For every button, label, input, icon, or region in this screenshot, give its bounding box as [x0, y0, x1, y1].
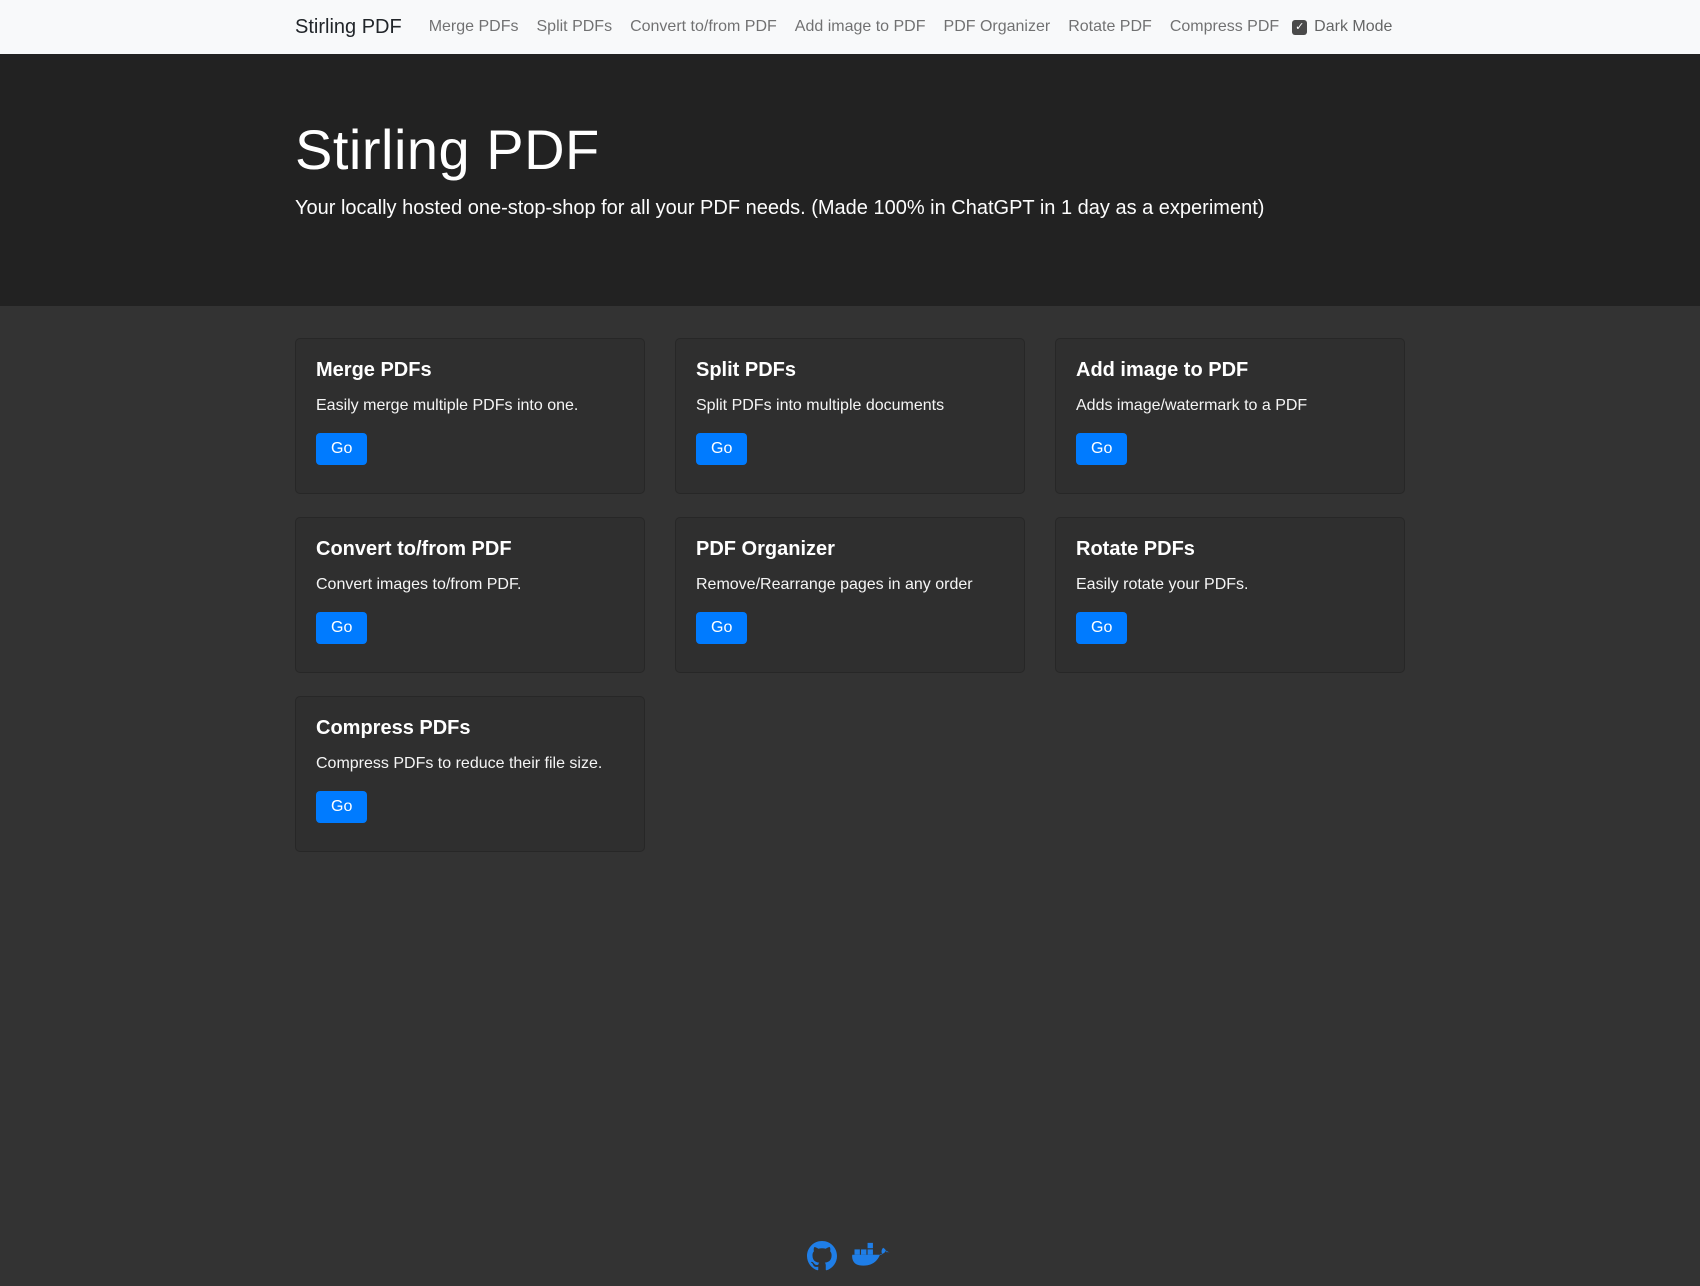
card-title: Convert to/from PDF: [316, 538, 624, 561]
card-title: PDF Organizer: [696, 538, 1004, 561]
dark-mode-toggle[interactable]: Dark Mode: [1292, 18, 1392, 36]
feature-card: Compress PDFs Compress PDFs to reduce th…: [295, 696, 645, 852]
go-button[interactable]: Go: [696, 612, 747, 644]
nav-link[interactable]: Compress PDF: [1161, 10, 1288, 44]
go-button[interactable]: Go: [316, 791, 367, 823]
card-title: Split PDFs: [696, 359, 1004, 382]
nav-link[interactable]: PDF Organizer: [935, 10, 1060, 44]
main-content: Merge PDFs Easily merge multiple PDFs in…: [280, 338, 1420, 852]
card-title: Merge PDFs: [316, 359, 624, 382]
docker-link[interactable]: [851, 1239, 893, 1272]
card-description: Compress PDFs to reduce their file size.: [316, 755, 624, 773]
nav-link[interactable]: Convert to/from PDF: [621, 10, 786, 44]
footer: [0, 1227, 1700, 1286]
feature-card: Merge PDFs Easily merge multiple PDFs in…: [295, 338, 645, 494]
page-title: Stirling PDF: [295, 116, 1405, 183]
card-title: Rotate PDFs: [1076, 538, 1384, 561]
card-description: Remove/Rearrange pages in any order: [696, 576, 1004, 594]
feature-card: Split PDFs Split PDFs into multiple docu…: [675, 338, 1025, 494]
go-button[interactable]: Go: [316, 433, 367, 465]
dark-mode-label: Dark Mode: [1314, 18, 1392, 36]
card-description: Easily rotate your PDFs.: [1076, 576, 1384, 594]
nav-link[interactable]: Merge PDFs: [420, 10, 528, 44]
go-button[interactable]: Go: [1076, 433, 1127, 465]
nav-link[interactable]: Add image to PDF: [786, 10, 935, 44]
go-button[interactable]: Go: [1076, 612, 1127, 644]
cards-grid: Merge PDFs Easily merge multiple PDFs in…: [295, 338, 1405, 852]
page-subtitle: Your locally hosted one-stop-shop for al…: [295, 197, 1405, 220]
go-button[interactable]: Go: [696, 433, 747, 465]
card-description: Convert images to/from PDF.: [316, 576, 624, 594]
nav-link[interactable]: Split PDFs: [528, 10, 622, 44]
card-description: Easily merge multiple PDFs into one.: [316, 397, 624, 415]
feature-card: Add image to PDF Adds image/watermark to…: [1055, 338, 1405, 494]
nav-link[interactable]: Rotate PDF: [1059, 10, 1161, 44]
docker-icon: [851, 1239, 893, 1272]
nav-links: Merge PDFs Split PDFs Convert to/from PD…: [420, 10, 1288, 44]
go-button[interactable]: Go: [316, 612, 367, 644]
card-description: Split PDFs into multiple documents: [696, 397, 1004, 415]
navbar: Stirling PDF Merge PDFs Split PDFs Conve…: [0, 0, 1700, 54]
navbar-brand[interactable]: Stirling PDF: [295, 16, 402, 39]
feature-card: Rotate PDFs Easily rotate your PDFs. Go: [1055, 517, 1405, 673]
empty-space: [0, 852, 1700, 1227]
github-icon: [807, 1241, 837, 1271]
card-title: Add image to PDF: [1076, 359, 1384, 382]
card-description: Adds image/watermark to a PDF: [1076, 397, 1384, 415]
card-title: Compress PDFs: [316, 717, 624, 740]
hero-section: Stirling PDF Your locally hosted one-sto…: [0, 54, 1700, 306]
feature-card: Convert to/from PDF Convert images to/fr…: [295, 517, 645, 673]
feature-card: PDF Organizer Remove/Rearrange pages in …: [675, 517, 1025, 673]
dark-mode-checkbox[interactable]: [1292, 20, 1307, 35]
github-link[interactable]: [807, 1241, 837, 1271]
navbar-container: Stirling PDF Merge PDFs Split PDFs Conve…: [280, 0, 1420, 54]
